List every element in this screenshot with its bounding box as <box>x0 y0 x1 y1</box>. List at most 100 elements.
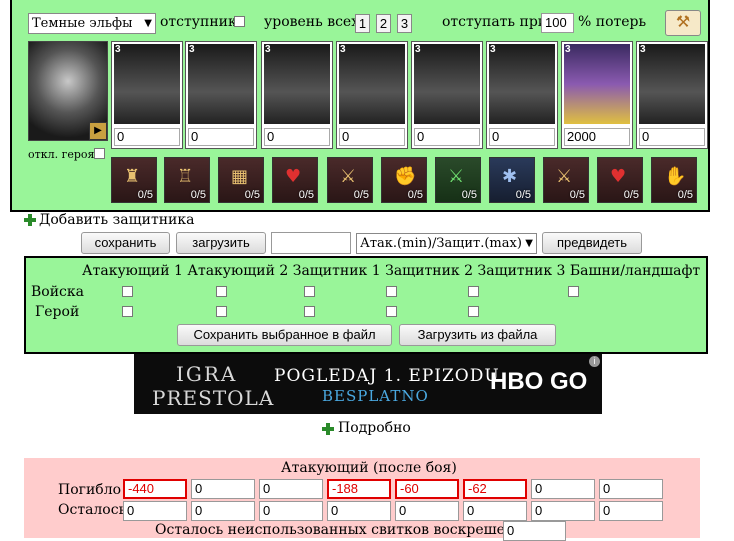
troops-attacker1-checkbox[interactable] <box>122 286 133 297</box>
race-select[interactable]: Темные эльфы ▼ <box>28 13 156 34</box>
unit-portrait <box>264 44 330 124</box>
predict-button[interactable]: предвидеть <box>542 232 642 254</box>
add-defender-icon[interactable] <box>24 214 36 226</box>
unit-count-input[interactable]: 0 <box>489 128 555 146</box>
remaining-value-input[interactable]: 0 <box>395 501 459 521</box>
remaining-value-input[interactable]: 0 <box>123 501 187 521</box>
ad-brand: HBO GO <box>490 368 588 395</box>
unit-slot[interactable]: 3 0 <box>336 41 408 149</box>
unit-slot[interactable]: 3 0 <box>185 41 257 149</box>
skill-level: 0/5 <box>190 189 206 201</box>
load-file-button[interactable]: Загрузить из файла <box>399 324 556 346</box>
remaining-value-input[interactable]: 0 <box>531 501 595 521</box>
save-button[interactable]: сохранить <box>81 232 170 254</box>
unit-count-input[interactable]: 0 <box>639 128 705 146</box>
results-title: Атакующий (после боя) <box>281 460 457 476</box>
hero-off-checkbox[interactable] <box>94 148 105 159</box>
unit-count-input[interactable]: 0 <box>339 128 405 146</box>
heart-chest-icon: ♥ <box>610 166 627 187</box>
deserter-checkbox[interactable] <box>234 16 245 27</box>
killed-value-input[interactable]: 0 <box>191 479 255 499</box>
details-link[interactable]: Подробно <box>338 420 411 436</box>
hero-defender2-checkbox[interactable] <box>386 306 397 317</box>
selection-column-headers: Атакующий 1 Атакующий 2 Защитник 1 Защит… <box>82 263 700 279</box>
hero-attacker1-checkbox[interactable] <box>122 306 133 317</box>
troops-towers-checkbox[interactable] <box>568 286 579 297</box>
skill-slot[interactable]: ⚔ 0/5 <box>327 157 373 203</box>
skill-slot[interactable]: ⚔ 0/5 <box>435 157 481 203</box>
unit-count-input[interactable]: 0 <box>264 128 330 146</box>
name-input[interactable] <box>271 232 351 254</box>
killed-value-input[interactable]: -60 <box>395 479 459 499</box>
net-icon: ✱ <box>502 166 518 187</box>
add-defender-link[interactable]: Добавить защитника <box>39 212 194 228</box>
remaining-value-input[interactable]: 0 <box>259 501 323 521</box>
killed-value-input[interactable]: 0 <box>259 479 323 499</box>
skill-slot[interactable]: ✊ 0/5 <box>381 157 427 203</box>
skill-slot[interactable]: ✱ 0/5 <box>489 157 535 203</box>
unit-slot[interactable]: 3 2000 <box>561 41 633 149</box>
skill-level: 0/5 <box>298 189 314 201</box>
unit-level-badge: 3 <box>265 44 271 55</box>
column-header: Защитник 1 <box>292 263 381 279</box>
skill-slot[interactable]: ♖ 0/5 <box>164 157 210 203</box>
row-label-hero: Герой <box>35 304 80 320</box>
unit-count-input[interactable]: 2000 <box>564 128 630 146</box>
skill-slot[interactable]: ⚔ 0/5 <box>543 157 589 203</box>
unit-count-input[interactable]: 0 <box>414 128 480 146</box>
load-button[interactable]: загрузить <box>176 232 266 254</box>
tower-icon: ♜ <box>124 166 141 187</box>
ad-banner[interactable]: IGRA PRESTOLA POGLEDAJ 1. EPIZODU BESPLA… <box>134 354 602 414</box>
info-icon[interactable]: i <box>589 356 600 367</box>
hero-attacker2-checkbox[interactable] <box>216 306 227 317</box>
unit-level-badge: 3 <box>340 44 346 55</box>
skill-slot[interactable]: ♥ 0/5 <box>597 157 643 203</box>
mode-select[interactable]: Атак.(min)/Защит.(max) ▼ <box>356 233 537 254</box>
level-2-button[interactable]: 2 <box>376 14 391 33</box>
unused-scrolls-input[interactable]: 0 <box>503 521 566 541</box>
skill-slot[interactable]: ♜ 0/5 <box>111 157 157 203</box>
killed-value-input[interactable]: -62 <box>463 479 527 499</box>
chevron-down-icon: ▼ <box>525 238 533 249</box>
hero-defender1-checkbox[interactable] <box>304 306 315 317</box>
unit-portrait <box>114 44 180 124</box>
troops-defender2-checkbox[interactable] <box>386 286 397 297</box>
troops-attacker2-checkbox[interactable] <box>216 286 227 297</box>
details-expand-icon[interactable] <box>322 423 334 435</box>
level-1-button[interactable]: 1 <box>355 14 370 33</box>
killed-value-input[interactable]: 0 <box>599 479 663 499</box>
unit-slot[interactable]: 3 0 <box>261 41 333 149</box>
unit-portrait <box>414 44 480 124</box>
skill-slot[interactable]: ♥ 0/5 <box>272 157 318 203</box>
deserter-label: отступник <box>160 14 237 30</box>
skill-slot[interactable]: ▦ 0/5 <box>218 157 264 203</box>
remaining-value-input[interactable]: 0 <box>599 501 663 521</box>
troops-defender1-checkbox[interactable] <box>304 286 315 297</box>
skill-slot[interactable]: ✋ 0/5 <box>651 157 697 203</box>
remaining-value-input[interactable]: 0 <box>191 501 255 521</box>
sword-chest-icon: ⚔ <box>556 166 573 187</box>
hero-defender3-checkbox[interactable] <box>468 306 479 317</box>
retreat-input[interactable]: 100 <box>541 13 574 33</box>
troops-defender3-checkbox[interactable] <box>468 286 479 297</box>
unit-count-input[interactable]: 0 <box>114 128 180 146</box>
killed-value-input[interactable]: 0 <box>531 479 595 499</box>
level-3-button[interactable]: 3 <box>397 14 412 33</box>
save-selection-button[interactable]: Сохранить выбранное в файл <box>177 324 392 346</box>
skill-level: 0/5 <box>407 189 423 201</box>
unit-slot[interactable]: 3 0 <box>411 41 483 149</box>
unit-slot[interactable]: 3 0 <box>486 41 558 149</box>
remaining-value-input[interactable]: 0 <box>463 501 527 521</box>
remaining-value-input[interactable]: 0 <box>327 501 391 521</box>
broom-icon[interactable]: ⚒ <box>665 10 701 36</box>
skill-level: 0/5 <box>137 189 153 201</box>
unit-slot[interactable]: 3 0 <box>636 41 708 149</box>
hero-portrait[interactable]: ▶ <box>28 41 108 141</box>
unit-slot[interactable]: 3 0 <box>111 41 183 149</box>
handshake-icon: ✋ <box>664 166 687 187</box>
killed-value-input[interactable]: -440 <box>123 479 187 499</box>
unit-count-input[interactable]: 0 <box>188 128 254 146</box>
hero-menu-icon[interactable]: ▶ <box>89 122 107 140</box>
ad-title-line1: IGRA <box>176 362 238 386</box>
killed-value-input[interactable]: -188 <box>327 479 391 499</box>
